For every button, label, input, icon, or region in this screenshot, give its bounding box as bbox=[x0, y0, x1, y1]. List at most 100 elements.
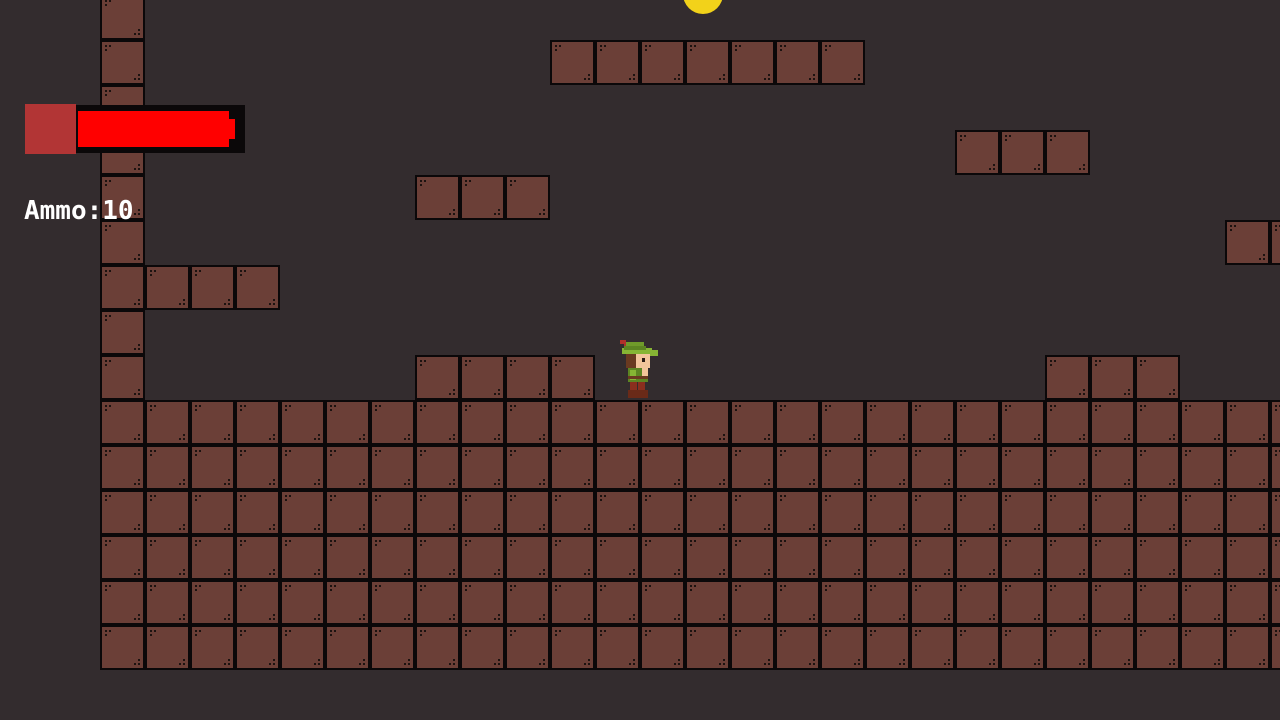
brick-tile bbox=[325, 490, 370, 535]
brick-tile bbox=[505, 580, 550, 625]
brick-tile bbox=[1180, 625, 1225, 670]
brick-tile bbox=[415, 400, 460, 445]
brick-tile bbox=[1270, 580, 1280, 625]
brick-tile bbox=[1270, 445, 1280, 490]
brick-tile bbox=[820, 400, 865, 445]
brick-tile bbox=[595, 535, 640, 580]
brick-tile bbox=[1180, 490, 1225, 535]
brick-tile bbox=[1180, 535, 1225, 580]
brick-tile bbox=[865, 400, 910, 445]
brick-tile bbox=[235, 490, 280, 535]
brick-tile bbox=[865, 490, 910, 535]
brick-tile bbox=[775, 580, 820, 625]
brick-tile bbox=[1135, 490, 1180, 535]
brick-tile bbox=[955, 625, 1000, 670]
brick-tile bbox=[685, 580, 730, 625]
brick-tile bbox=[1000, 535, 1045, 580]
brick-tile bbox=[100, 40, 145, 85]
game-viewport: Ammo:10 bbox=[0, 0, 1280, 720]
brick-tile bbox=[235, 265, 280, 310]
archer-character-icon bbox=[620, 340, 658, 398]
brick-tile bbox=[550, 625, 595, 670]
brick-tile bbox=[685, 400, 730, 445]
health-bar bbox=[25, 104, 245, 154]
brick-tile bbox=[1090, 580, 1135, 625]
brick-tile bbox=[505, 445, 550, 490]
brick-tile bbox=[1225, 400, 1270, 445]
brick-tile bbox=[640, 625, 685, 670]
brick-tile bbox=[1045, 625, 1090, 670]
brick-tile bbox=[910, 445, 955, 490]
brick-tile bbox=[550, 355, 595, 400]
brick-tile bbox=[1135, 445, 1180, 490]
brick-tile bbox=[145, 535, 190, 580]
brick-tile bbox=[145, 580, 190, 625]
brick-tile bbox=[955, 130, 1000, 175]
brick-tile bbox=[145, 625, 190, 670]
brick-tile bbox=[685, 625, 730, 670]
brick-tile bbox=[955, 400, 1000, 445]
brick-tile bbox=[145, 445, 190, 490]
brick-tile bbox=[1270, 535, 1280, 580]
brick-tile bbox=[145, 400, 190, 445]
brick-tile bbox=[1270, 400, 1280, 445]
brick-tile bbox=[1225, 220, 1270, 265]
brick-tile bbox=[775, 400, 820, 445]
brick-tile bbox=[1135, 355, 1180, 400]
brick-tile bbox=[415, 445, 460, 490]
brick-tile bbox=[100, 220, 145, 265]
brick-tile bbox=[1090, 400, 1135, 445]
brick-tile bbox=[280, 580, 325, 625]
brick-tile bbox=[460, 535, 505, 580]
brick-tile bbox=[235, 625, 280, 670]
brick-tile bbox=[730, 490, 775, 535]
brick-tile bbox=[640, 535, 685, 580]
brick-tile bbox=[595, 400, 640, 445]
brick-tile bbox=[415, 355, 460, 400]
brick-tile bbox=[1090, 355, 1135, 400]
brick-tile bbox=[730, 625, 775, 670]
brick-tile bbox=[145, 490, 190, 535]
brick-tile bbox=[775, 535, 820, 580]
brick-tile bbox=[460, 355, 505, 400]
brick-tile bbox=[865, 445, 910, 490]
brick-tile bbox=[280, 490, 325, 535]
brick-tile bbox=[595, 445, 640, 490]
brick-tile bbox=[685, 490, 730, 535]
brick-tile bbox=[505, 355, 550, 400]
brick-tile bbox=[190, 490, 235, 535]
brick-tile bbox=[775, 445, 820, 490]
brick-tile bbox=[1045, 445, 1090, 490]
brick-tile bbox=[100, 355, 145, 400]
brick-tile bbox=[685, 40, 730, 85]
brick-tile bbox=[1180, 580, 1225, 625]
brick-tile bbox=[1000, 445, 1045, 490]
brick-tile bbox=[325, 400, 370, 445]
brick-tile bbox=[145, 265, 190, 310]
brick-tile bbox=[955, 445, 1000, 490]
brick-tile bbox=[910, 625, 955, 670]
ammo-counter: Ammo:10 bbox=[24, 196, 134, 226]
brick-tile bbox=[505, 625, 550, 670]
brick-tile bbox=[370, 535, 415, 580]
brick-tile bbox=[730, 445, 775, 490]
brick-tile bbox=[505, 175, 550, 220]
ammo-label: Ammo: bbox=[24, 196, 103, 226]
brick-tile bbox=[100, 535, 145, 580]
brick-tile bbox=[1225, 445, 1270, 490]
health-bar-fill bbox=[78, 111, 229, 147]
brick-tile bbox=[100, 265, 145, 310]
brick-tile bbox=[640, 580, 685, 625]
brick-tile bbox=[1135, 400, 1180, 445]
brick-tile bbox=[415, 535, 460, 580]
brick-tile bbox=[460, 175, 505, 220]
brick-tile bbox=[235, 400, 280, 445]
health-bar-frame bbox=[76, 105, 245, 153]
brick-tile bbox=[1045, 355, 1090, 400]
brick-tile bbox=[775, 625, 820, 670]
brick-tile bbox=[1135, 580, 1180, 625]
brick-tile bbox=[100, 0, 145, 40]
brick-tile bbox=[460, 625, 505, 670]
brick-tile bbox=[1180, 400, 1225, 445]
brick-tile bbox=[1090, 445, 1135, 490]
